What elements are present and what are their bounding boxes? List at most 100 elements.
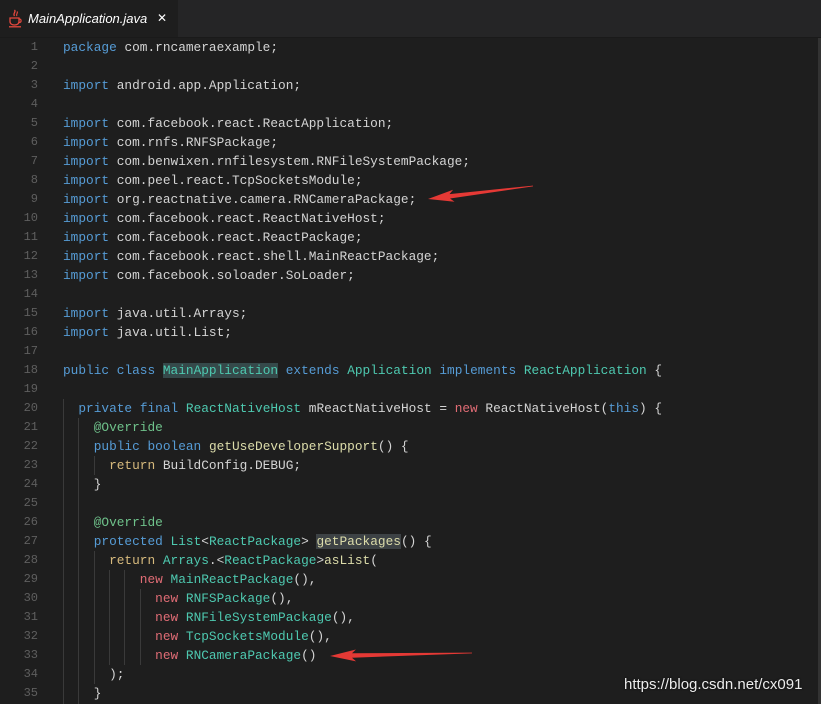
- code-token-type-highlighted: MainApplication: [162, 363, 279, 378]
- line-number: 27: [23, 534, 38, 548]
- code-line[interactable]: 10 import com.facebook.react.ReactNativeH…: [0, 209, 815, 228]
- code-line[interactable]: 5 import com.facebook.react.ReactApplicat…: [0, 114, 815, 133]
- code-line[interactable]: 20 private final ReactNativeHost mReactN…: [0, 399, 815, 418]
- code-editor[interactable]: 1 package com.rncameraexample; 2 3 import an…: [0, 38, 821, 704]
- code-line[interactable]: 7 import com.benwixen.rnfilesystem.RNFile…: [0, 152, 815, 171]
- code-text: public class MainApplication extends App…: [63, 361, 662, 380]
- code-token-type: MainReactPackage: [170, 572, 294, 587]
- code-line[interactable]: 16 import java.util.List;: [0, 323, 815, 342]
- code-line[interactable]: 11 import com.facebook.react.ReactPackage…: [0, 228, 815, 247]
- code-line[interactable]: 8 import com.peel.react.TcpSocketsModule;: [0, 171, 815, 190]
- code-line[interactable]: 33 new RNCameraPackage(): [0, 646, 815, 665]
- code-line[interactable]: 32 new TcpSocketsModule(),: [0, 627, 815, 646]
- code-text: }: [63, 475, 102, 494]
- line-number: 15: [23, 306, 38, 320]
- code-token-keyword: final: [139, 401, 179, 416]
- code-text: private final ReactNativeHost mReactNati…: [63, 399, 662, 418]
- code-text: import com.peel.react.TcpSocketsModule;: [63, 171, 363, 190]
- line-number: 16: [23, 325, 38, 339]
- code-line[interactable]: 24 }: [0, 475, 815, 494]
- code-token-text: );: [63, 667, 125, 682]
- line-number: 18: [23, 363, 38, 377]
- code-token-type: List: [170, 534, 202, 549]
- code-line[interactable]: 22 public boolean getUseDeveloperSupport…: [0, 437, 815, 456]
- line-number: 26: [23, 515, 38, 529]
- code-line[interactable]: 21 @Override: [0, 418, 815, 437]
- code-line[interactable]: 25: [0, 494, 815, 513]
- code-line[interactable]: 18 public class MainApplication extends A…: [0, 361, 815, 380]
- code-token-text: ReactNativeHost(: [477, 401, 609, 416]
- code-line[interactable]: 4: [0, 95, 815, 114]
- code-token-keyword: boolean: [147, 439, 202, 454]
- line-number: 10: [23, 211, 38, 225]
- line-number: 28: [23, 553, 38, 567]
- code-text: import java.util.List;: [63, 323, 232, 342]
- code-line[interactable]: 31 new RNFileSystemPackage(),: [0, 608, 815, 627]
- close-icon[interactable]: ✕: [154, 10, 170, 26]
- code-text: import com.rnfs.RNFSPackage;: [63, 133, 278, 152]
- code-editor-window: MainApplication.java ✕ 1 package com.rnca…: [0, 0, 821, 704]
- code-token-text: com.rnfs.RNFSPackage;: [109, 135, 279, 150]
- code-line[interactable]: 27 protected List<ReactPackage> getPacka…: [0, 532, 815, 551]
- code-token-new: new: [155, 610, 179, 625]
- code-token-text: <: [201, 534, 209, 549]
- code-token-text: (),: [293, 572, 317, 587]
- code-line[interactable]: 12 import com.facebook.react.shell.MainRe…: [0, 247, 815, 266]
- code-token-keyword: import: [63, 135, 110, 150]
- code-token-new: new: [155, 648, 179, 663]
- code-line[interactable]: 14: [0, 285, 815, 304]
- code-text: import com.facebook.soloader.SoLoader;: [63, 266, 355, 285]
- code-text: new RNFSPackage(),: [63, 589, 293, 608]
- code-token-keyword: import: [63, 78, 110, 93]
- code-line[interactable]: 3 import android.app.Application;: [0, 76, 815, 95]
- code-lines[interactable]: 1 package com.rncameraexample; 2 3 import an…: [0, 38, 815, 703]
- code-token-type: TcpSocketsModule: [185, 629, 309, 644]
- code-token-text: >: [301, 534, 317, 549]
- line-number: 32: [23, 629, 38, 643]
- code-line[interactable]: 29 new MainReactPackage(),: [0, 570, 815, 589]
- code-line[interactable]: 17: [0, 342, 815, 361]
- line-number: 8: [30, 173, 38, 187]
- code-line[interactable]: 26 @Override: [0, 513, 815, 532]
- code-token-text: }: [63, 477, 102, 492]
- code-line[interactable]: 2: [0, 57, 815, 76]
- editor-tab-mainapplication[interactable]: MainApplication.java ✕: [0, 0, 178, 37]
- code-token-text: com.facebook.soloader.SoLoader;: [109, 268, 355, 283]
- code-token-keyword: public: [93, 439, 140, 454]
- code-line[interactable]: 23 return BuildConfig.DEBUG;: [0, 456, 815, 475]
- code-token-text: (),: [308, 629, 332, 644]
- code-text: import java.util.Arrays;: [63, 304, 247, 323]
- code-line[interactable]: 6 import com.rnfs.RNFSPackage;: [0, 133, 815, 152]
- code-token-text: com.benwixen.rnfilesystem.RNFileSystemPa…: [109, 154, 471, 169]
- code-line[interactable]: 15 import java.util.Arrays;: [0, 304, 815, 323]
- code-token-keyword: import: [63, 325, 110, 340]
- code-line[interactable]: 1 package com.rncameraexample;: [0, 38, 815, 57]
- code-token-type: Arrays: [162, 553, 209, 568]
- code-token-keyword: private: [78, 401, 133, 416]
- code-token-keyword: class: [116, 363, 156, 378]
- code-line[interactable]: 30 new RNFSPackage(),: [0, 589, 815, 608]
- code-text: import org.reactnative.camera.RNCameraPa…: [63, 190, 416, 209]
- line-number: 34: [23, 667, 38, 681]
- tab-title: MainApplication.java: [28, 11, 148, 26]
- code-text: @Override: [63, 418, 163, 437]
- code-line[interactable]: 9 import org.reactnative.camera.RNCameraP…: [0, 190, 815, 209]
- code-token-text: java.util.List;: [109, 325, 232, 340]
- code-line[interactable]: 19: [0, 380, 815, 399]
- java-file-icon: [8, 9, 23, 28]
- code-token-type: ReactPackage: [224, 553, 317, 568]
- code-line[interactable]: 13 import com.facebook.soloader.SoLoader;: [0, 266, 815, 285]
- tab-bar: MainApplication.java ✕: [0, 0, 821, 38]
- code-token-keyword: import: [63, 116, 110, 131]
- code-token-text: (): [301, 648, 317, 663]
- code-token-new: new: [139, 572, 163, 587]
- code-line[interactable]: 28 return Arrays.<ReactPackage>asList(: [0, 551, 815, 570]
